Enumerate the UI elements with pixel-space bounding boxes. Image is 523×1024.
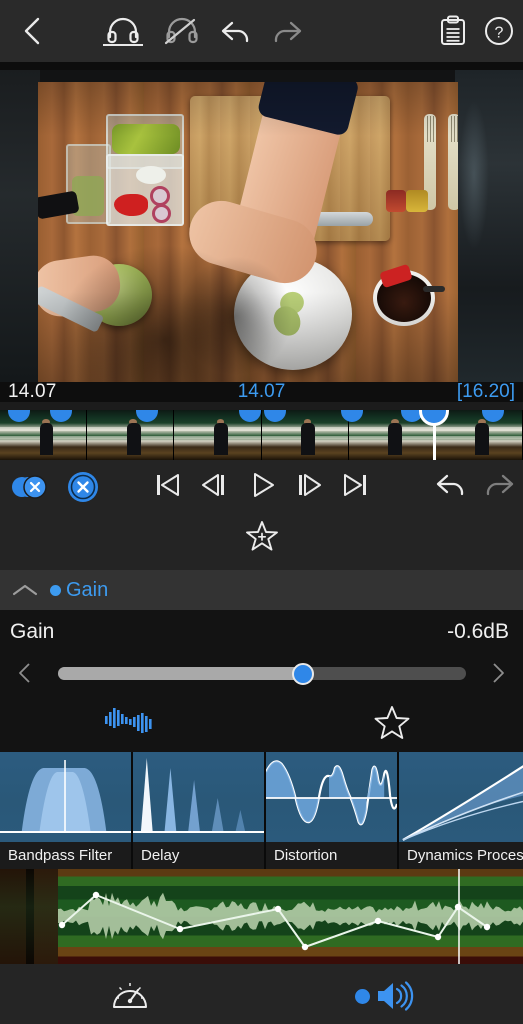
pickles-container [106,114,184,169]
timecode-row: 14.07 14.07 [16.20] [0,382,523,402]
collapse-chevron-icon[interactable] [0,581,50,599]
preview-left-background [0,70,40,382]
bandpass-curve-icon [0,752,131,842]
redo-icon[interactable] [476,463,520,507]
audio-track[interactable] [0,869,523,964]
timecode-keyframe: 14.07 [0,381,523,403]
redo-icon[interactable] [263,9,309,53]
delete-keyframe-button[interactable] [61,465,105,509]
chef-knife [198,212,373,226]
clipboard-icon[interactable] [431,9,475,53]
play-button[interactable] [240,463,284,507]
undo-icon[interactable] [430,463,474,507]
timecode-duration: [16.20] [457,381,515,403]
oil-bottles [386,190,430,212]
spatula [38,285,104,333]
sauce-pot [373,270,435,326]
container-left [66,144,111,224]
gain-slider-thumb[interactable] [292,663,314,685]
speaker-icon [374,979,414,1013]
cook-hand [38,252,123,319]
headphones-active-indicator [103,44,143,46]
headphones-muted-icon[interactable] [158,9,204,53]
gain-slider-fill [58,667,303,680]
delete-all-keyframes-button[interactable] [8,465,52,509]
undo-icon[interactable] [214,9,260,53]
distortion-wave-icon [266,752,397,842]
gain-decrement-button[interactable] [12,660,38,686]
effect-card-distortion[interactable]: Distortion [266,752,399,869]
preset-bar [0,690,523,752]
gain-slider-track[interactable] [58,667,466,680]
toolbar-divider [0,62,523,70]
playhead-line [433,424,436,460]
gain-section-header[interactable]: Gain [0,570,523,610]
gain-section-title: Gain [66,579,108,602]
preview-right-background [455,70,523,382]
effect-label: Dynamics Process [399,842,523,869]
volume-automation-line[interactable] [0,869,523,964]
dynamics-curve-icon [399,752,523,842]
wristwatch [38,191,80,220]
app-root: ? [0,0,523,1024]
back-button[interactable] [10,9,54,53]
cutting-board [190,96,390,241]
svg-text:?: ? [495,25,504,42]
help-icon[interactable]: ? [477,9,521,53]
gain-parameter-panel: Gain -0.6dB [0,610,523,690]
add-keyframe-button[interactable] [242,516,282,556]
favorite-star-icon[interactable] [372,702,412,742]
cook-right-arm [224,82,351,288]
transport-panel [0,460,523,570]
green-dip-bowl [86,264,152,326]
volume-button[interactable] [355,974,427,1018]
wooden-table [38,82,458,382]
top-toolbar: ? [0,0,523,62]
audio-waveform-icon[interactable] [103,704,163,738]
gain-param-label: Gain [10,620,54,644]
effect-card-bandpass-filter[interactable]: Bandpass Filter [0,752,133,869]
gain-param-value: -0.6dB [447,620,509,644]
effect-card-dynamics-processor[interactable]: Dynamics Process [399,752,523,869]
effect-label: Bandpass Filter [0,842,131,869]
audio-playhead[interactable] [458,869,460,964]
cook-left-arm [182,193,325,290]
effect-label: Delay [133,842,264,869]
headphones-icon[interactable] [100,9,146,53]
gain-slider-row [0,656,523,690]
speed-icon[interactable] [108,974,152,1018]
skip-to-end-button[interactable] [333,463,377,507]
gain-enabled-dot[interactable] [50,585,61,596]
add-keyframe-row [0,516,523,556]
gain-increment-button[interactable] [485,660,511,686]
effect-label: Distortion [266,842,397,869]
video-preview[interactable] [0,70,523,382]
filmstrip-frame [87,410,174,460]
step-back-button[interactable] [192,463,236,507]
filmstrip-frame [436,410,523,460]
delay-spikes-icon [133,752,264,842]
effects-row[interactable]: Bandpass FilterDelayDistortionDynamics P… [0,752,523,869]
garnish-container [106,154,184,226]
step-forward-button[interactable] [287,463,331,507]
skip-to-start-button[interactable] [146,463,190,507]
keyframe-filmstrip[interactable] [0,410,523,460]
volume-enabled-dot[interactable] [355,989,370,1004]
bottom-bar [0,964,523,1024]
white-plate [234,258,352,370]
effect-card-delay[interactable]: Delay [133,752,266,869]
forks [420,114,458,214]
